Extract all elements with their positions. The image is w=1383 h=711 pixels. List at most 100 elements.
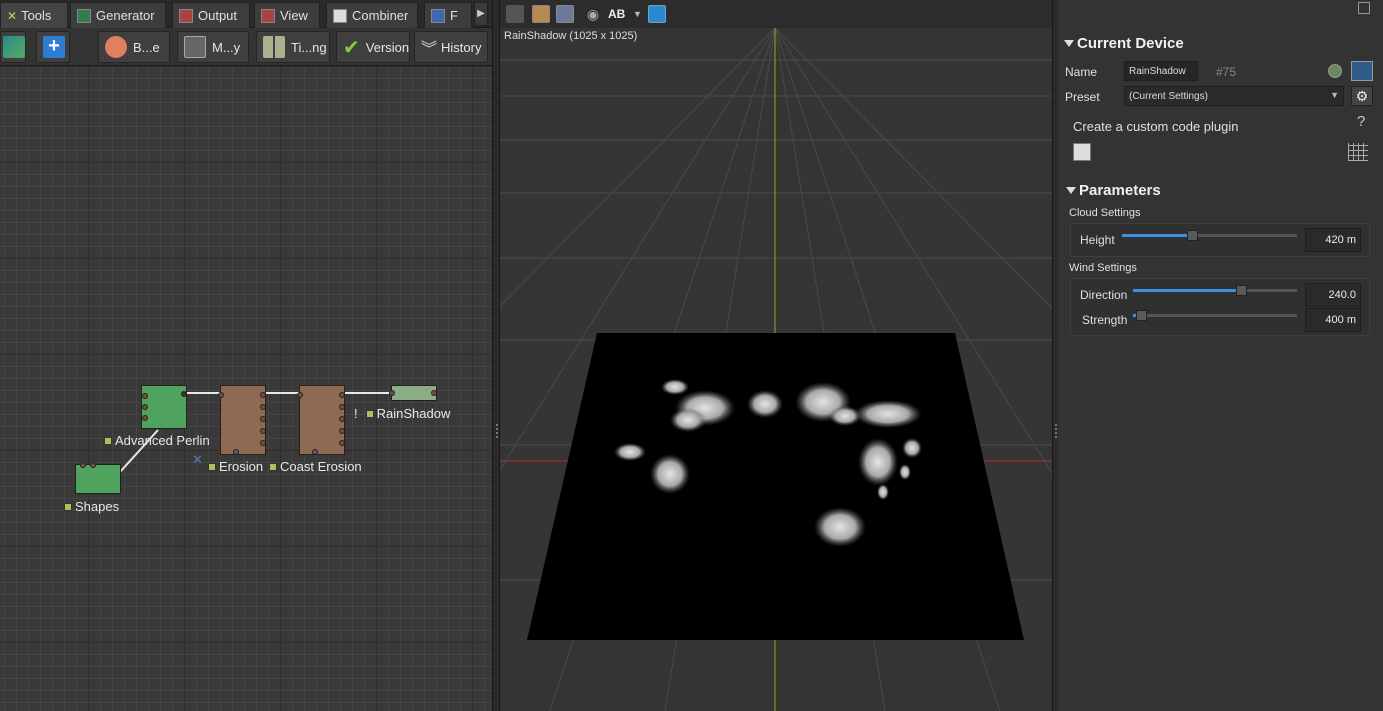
tiling-icon	[263, 36, 285, 58]
build-label: B...e	[133, 39, 160, 55]
device-id: #75	[1216, 65, 1237, 79]
node-coast-erosion[interactable]	[297, 385, 345, 455]
tab-filter[interactable]: F	[424, 2, 472, 28]
parameters-header[interactable]: Parameters	[1066, 182, 1161, 199]
name-field[interactable]: RainShadow	[1124, 61, 1198, 81]
cross-marker-icon: ✕	[192, 452, 203, 467]
device-color-icon[interactable]	[1328, 64, 1342, 78]
tab-label: Output	[198, 8, 238, 23]
node-rainshadow[interactable]	[389, 385, 437, 401]
node-label-rainshadow[interactable]: ! RainShadow	[354, 406, 450, 421]
direction-slider-fill	[1133, 289, 1242, 292]
node-port	[389, 390, 395, 396]
preset-dropdown[interactable]: (Current Settings) ▼	[1124, 86, 1344, 106]
render-mode-icon[interactable]	[532, 5, 550, 23]
panel-splitter-left[interactable]	[492, 0, 500, 711]
node-label-advanced-perlin[interactable]: Advanced Perlin	[104, 433, 210, 448]
help-icon[interactable]: ?	[1357, 113, 1365, 130]
height-value-field[interactable]: 420 m	[1305, 228, 1361, 252]
node-port	[142, 404, 148, 410]
tools-icon: ✕	[7, 8, 18, 23]
node-label-shapes[interactable]: Shapes	[64, 499, 119, 514]
node-port	[260, 440, 266, 446]
node-port	[297, 392, 303, 398]
status-dot	[64, 502, 72, 511]
node-port	[260, 404, 266, 410]
tab-tools[interactable]: ✕ Tools	[0, 2, 68, 28]
output-icon	[179, 8, 193, 23]
warning-mark: !	[354, 406, 358, 421]
grid-settings-icon[interactable]	[1348, 143, 1368, 161]
tab-view[interactable]: View	[254, 2, 320, 28]
device-info-icon[interactable]	[1351, 61, 1373, 81]
node-port	[339, 392, 345, 398]
node-label-erosion[interactable]: Erosion	[208, 459, 263, 474]
node-label-coast-erosion[interactable]: Coast Erosion	[269, 459, 362, 474]
height-label: Height	[1080, 233, 1115, 247]
undock-icon[interactable]	[1358, 2, 1370, 14]
device-button[interactable]	[0, 31, 26, 63]
tab-output[interactable]: Output	[172, 2, 250, 28]
version-button[interactable]: ✔ Version	[336, 31, 410, 63]
node-port	[142, 393, 148, 399]
strength-value-field[interactable]: 400 m	[1305, 308, 1361, 332]
tiling-label: Ti...ng	[291, 39, 327, 55]
toolbar: + B...e M...y Ti...ng ✔ Version ︾ Histor…	[0, 28, 492, 66]
direction-slider-thumb[interactable]	[1236, 285, 1248, 296]
node-port	[339, 416, 345, 422]
tab-label: Combiner	[352, 8, 409, 23]
cloud-settings-group: Height 420 m	[1070, 223, 1370, 257]
node-shapes[interactable]	[75, 462, 121, 494]
combiner-icon	[333, 8, 347, 23]
wind-settings-label: Wind Settings	[1069, 262, 1137, 274]
node-label-text: Erosion	[219, 459, 264, 474]
chevron-down-icon[interactable]: ▼	[633, 5, 643, 23]
build-button[interactable]: B...e	[98, 31, 170, 63]
add-button[interactable]: +	[36, 31, 70, 63]
terrain-plane	[527, 333, 1024, 640]
node-port	[260, 428, 266, 434]
splitter-grip	[496, 424, 498, 438]
history-button[interactable]: ︾ History	[414, 31, 488, 63]
3d-viewport[interactable]: ◉ AB ▼ RainShadow (1025 x 1025)	[500, 0, 1052, 711]
height-slider-thumb[interactable]	[1187, 230, 1198, 241]
camera-settings-icon[interactable]	[506, 5, 524, 23]
memory-button[interactable]: M...y	[177, 31, 249, 63]
strength-slider-track[interactable]	[1133, 314, 1297, 317]
direction-value-field[interactable]: 240.0	[1305, 283, 1361, 307]
preset-value: (Current Settings)	[1129, 90, 1208, 102]
height-slider-fill	[1122, 234, 1192, 237]
plus-icon: +	[43, 36, 65, 58]
tiling-button[interactable]: Ti...ng	[256, 31, 330, 63]
node-port	[312, 449, 318, 455]
status-dot	[208, 462, 216, 471]
node-port	[339, 440, 345, 446]
node-erosion[interactable]	[218, 385, 266, 455]
strength-slider-thumb[interactable]	[1136, 310, 1148, 321]
direction-label: Direction	[1080, 288, 1128, 302]
tab-label: Tools	[21, 8, 52, 23]
app-window: ✕ Tools Generator Output View Combiner F…	[0, 0, 1383, 711]
current-device-header[interactable]: Current Device	[1064, 35, 1184, 52]
tab-combiner[interactable]: Combiner	[326, 2, 418, 28]
terrain-view-icon[interactable]	[556, 5, 574, 23]
camera-icon[interactable]	[648, 5, 666, 23]
tab-label: View	[280, 8, 308, 23]
chevron-down-icon: ▼	[1330, 90, 1339, 100]
node-advanced-perlin[interactable]	[141, 385, 187, 429]
node-port	[90, 462, 96, 468]
build-icon	[105, 36, 127, 58]
gear-icon[interactable]: ⚙	[1351, 86, 1373, 106]
tab-scroll-right-button[interactable]: ▶	[474, 2, 488, 26]
node-graph-canvas[interactable]: ✕ Advanced Perlin Shapes Erosion Coast E…	[0, 66, 492, 711]
ab-compare-button[interactable]: AB	[608, 5, 634, 23]
tab-generator[interactable]: Generator	[70, 2, 166, 28]
node-port	[339, 404, 345, 410]
eye-icon[interactable]: ◉	[584, 5, 602, 23]
node-output-port	[181, 391, 187, 397]
code-edit-icon[interactable]	[1073, 143, 1091, 161]
node-port	[218, 392, 224, 398]
node-label-text: RainShadow	[376, 406, 451, 421]
name-label: Name	[1065, 65, 1098, 79]
node-port	[80, 462, 86, 468]
